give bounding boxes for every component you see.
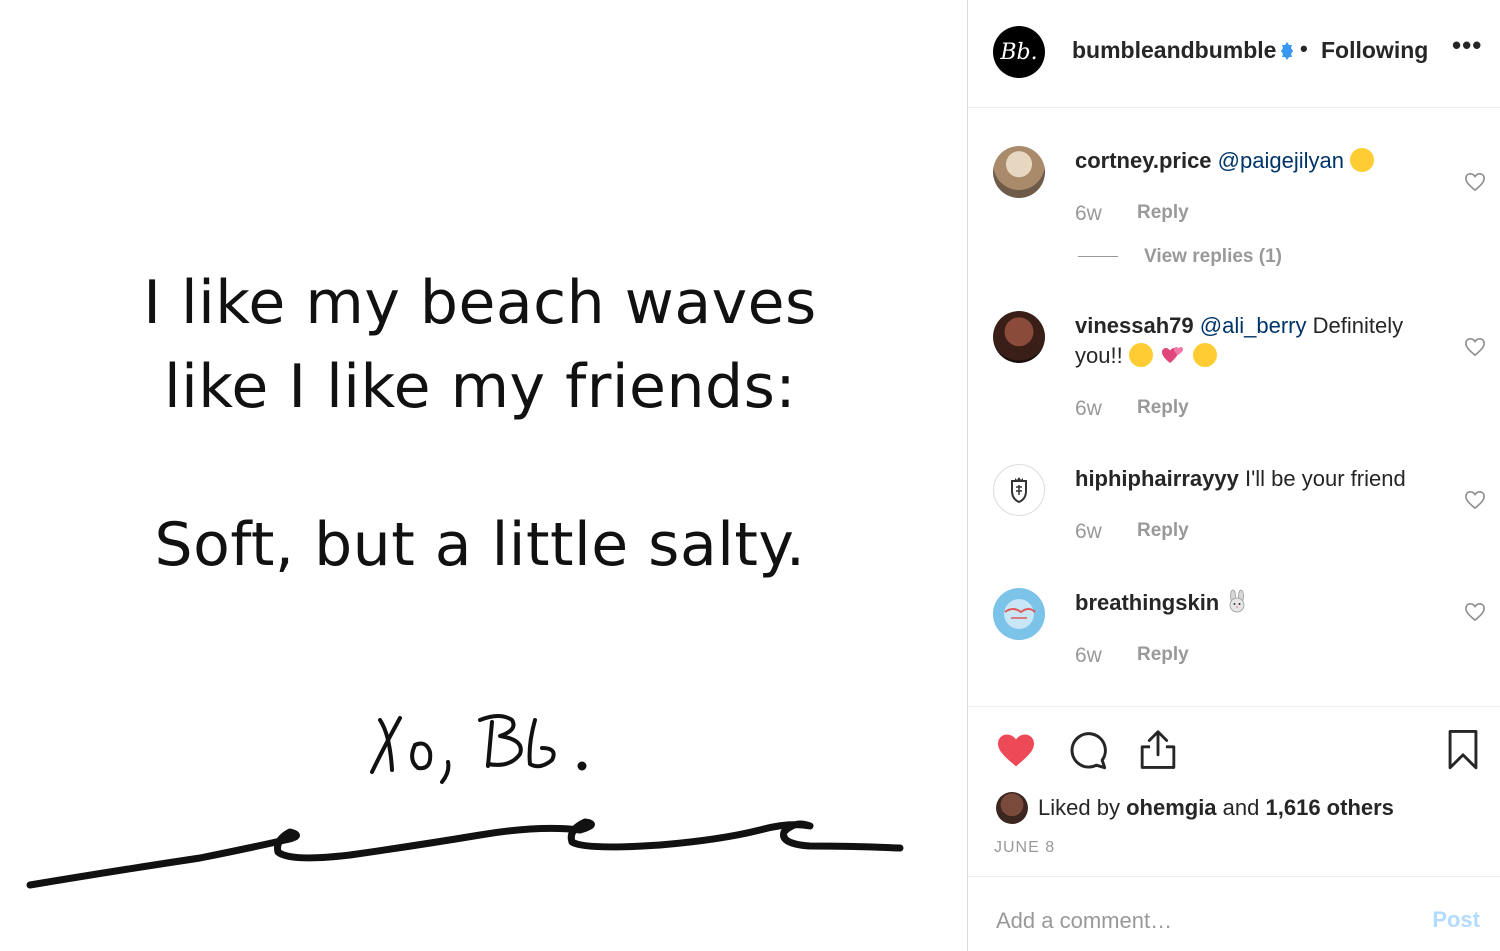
post-sidebar: Bb. bumbleandbumble • Following ••• cort…	[968, 0, 1500, 951]
crest-logo-icon	[1011, 477, 1027, 504]
comment-time: 6w	[1075, 644, 1102, 667]
header-separator: •	[1300, 36, 1308, 61]
liked-by-user[interactable]: ohemgia	[1126, 795, 1216, 821]
comment-time: 6w	[1075, 202, 1102, 225]
share-icon[interactable]	[1139, 729, 1177, 771]
reply-button[interactable]: Reply	[1137, 644, 1189, 666]
heart-outline-icon[interactable]	[1464, 337, 1486, 357]
heart-outline-icon[interactable]	[1464, 172, 1486, 192]
comment-meta: 6w Reply	[1075, 202, 1189, 226]
post-header: Bb. bumbleandbumble • Following •••	[968, 0, 1500, 108]
avatar[interactable]	[993, 588, 1045, 640]
comment-username[interactable]: cortney.price	[1075, 148, 1212, 173]
reply-button[interactable]: Reply	[1137, 397, 1189, 419]
avatar-text-graphic	[1004, 608, 1036, 619]
comment-username[interactable]: hiphiphairrayyy	[1075, 466, 1239, 491]
comment-text: hiphiphairrayyy I'll be your friend	[1075, 464, 1455, 494]
post-button[interactable]: Post	[1432, 907, 1480, 933]
comment-icon[interactable]	[1068, 731, 1108, 771]
heart-outline-icon[interactable]	[1464, 490, 1486, 510]
comment-body: I'll be your friend	[1244, 466, 1406, 491]
avatar[interactable]	[996, 792, 1028, 824]
comment-mention[interactable]: @paigejilyan	[1218, 148, 1344, 173]
comment-text: breathingskin	[1075, 588, 1435, 618]
bookmark-icon[interactable]	[1446, 729, 1480, 771]
comment-meta: 6w Reply	[1075, 644, 1189, 668]
comment-meta: 6w Reply	[1075, 520, 1189, 544]
verified-icon	[1281, 42, 1293, 60]
avatar-text: Bb.	[1000, 39, 1038, 65]
comment-meta: 6w Reply	[1075, 397, 1189, 421]
reply-button[interactable]: Reply	[1137, 202, 1189, 224]
more-options-icon[interactable]: •••	[1452, 30, 1482, 61]
comment-time: 6w	[1075, 397, 1102, 420]
comments-list: cortney.price @paigejilyan 6w Reply View…	[968, 108, 1500, 706]
comment-mention[interactable]: @ali_berry	[1200, 313, 1307, 338]
comment-time: 6w	[1075, 520, 1102, 543]
reply-button[interactable]: Reply	[1137, 520, 1189, 542]
kissing-face-icon	[1128, 343, 1153, 367]
kiss-face-icon	[1350, 148, 1375, 172]
quote-line-2: like I like my friends:	[163, 352, 797, 422]
avatar[interactable]	[993, 464, 1045, 516]
post-image[interactable]: I like my beach waves like I like my fri…	[0, 0, 967, 951]
view-replies-button[interactable]: View replies (1)	[1078, 246, 1282, 268]
add-comment-bar: Post	[968, 876, 1500, 951]
two-hearts-icon	[1161, 347, 1183, 363]
comment-username[interactable]: breathingskin	[1075, 590, 1219, 615]
heart-filled-icon[interactable]	[996, 732, 1036, 768]
liked-by-prefix: Liked by	[1038, 795, 1120, 820]
comment-text: cortney.price @paigejilyan	[1075, 146, 1435, 176]
avatar[interactable]	[993, 146, 1045, 198]
post-date[interactable]: JUNE 8	[994, 839, 1055, 857]
liked-by-row: Liked by ohemgia and 1,616 others	[996, 791, 1394, 825]
comment-text: vinessah79 @ali_berry Definitely you!!	[1075, 311, 1435, 371]
rabbit-face-icon	[1229, 589, 1245, 613]
following-button[interactable]: Following	[1321, 37, 1428, 64]
liked-by-and: and	[1222, 795, 1260, 820]
header-username[interactable]: bumbleandbumble	[1072, 37, 1276, 64]
avatar[interactable]	[993, 311, 1045, 363]
signature-xo-bb	[370, 714, 587, 784]
post-actions: Liked by ohemgia and 1,616 others JUNE 8	[968, 706, 1500, 876]
sweat-smile-face-icon	[1193, 343, 1218, 367]
comment-input[interactable]	[996, 908, 1396, 934]
wave-doodle	[26, 818, 904, 889]
comment-username[interactable]: vinessah79	[1075, 313, 1194, 338]
heart-outline-icon[interactable]	[1464, 602, 1486, 622]
quote-line-1: I like my beach waves	[143, 268, 817, 338]
likes-count[interactable]: 1,616 others	[1266, 795, 1394, 821]
avatar[interactable]: Bb.	[993, 26, 1045, 78]
quote-line-3: Soft, but a little salty.	[154, 510, 806, 580]
